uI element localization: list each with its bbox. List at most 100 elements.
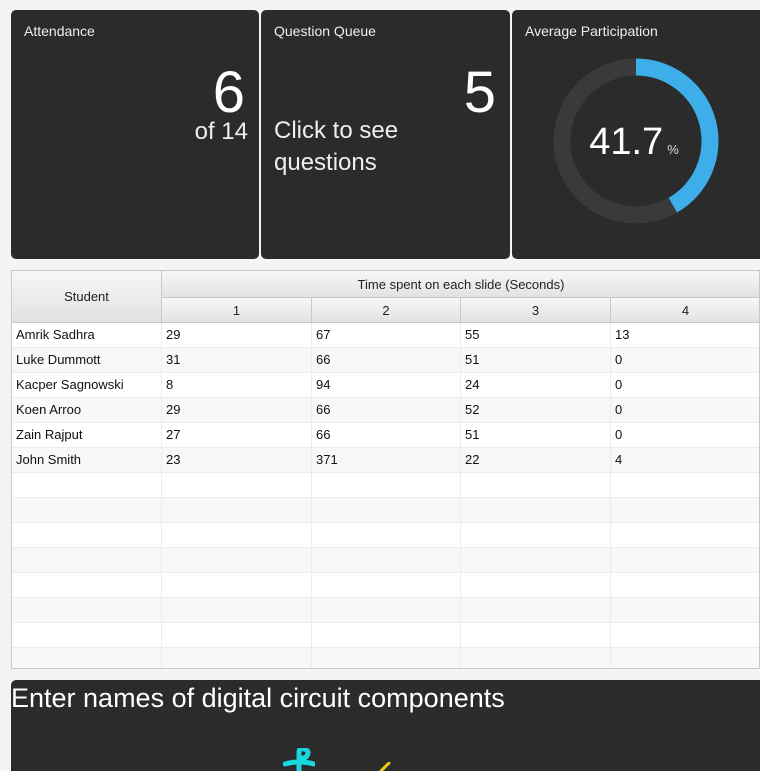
question-count: 5 <box>463 60 496 125</box>
table-row[interactable]: Amrik Sadhra 29 67 55 13 <box>12 323 759 348</box>
student-name-cell <box>12 548 162 572</box>
cyan-drawing-stroke <box>283 748 315 771</box>
participation-gauge: 41.7% <box>553 58 719 224</box>
slide-time-cell: 29 <box>162 323 312 347</box>
slide-time-cell <box>162 623 312 647</box>
table-row[interactable] <box>12 573 759 598</box>
slide-time-cell <box>461 648 611 668</box>
slide-time-cell <box>312 548 461 572</box>
slide-time-cell <box>611 473 759 497</box>
slide-time-cell <box>312 498 461 522</box>
slide-time-cell <box>162 598 312 622</box>
slide-time-cell <box>162 523 312 547</box>
slide-time-cell: 24 <box>461 373 611 397</box>
table-row[interactable]: Kacper Sagnowski 8 94 24 0 <box>12 373 759 398</box>
slide-time-cell: 51 <box>461 348 611 372</box>
slide-time-cell <box>312 648 461 668</box>
slide-time-cell <box>162 648 312 668</box>
student-name-cell: Kacper Sagnowski <box>12 373 162 397</box>
slide-time-cell <box>461 498 611 522</box>
slide-time-cell <box>611 573 759 597</box>
average-participation-tile: Average Participation 41.7% <box>512 10 760 259</box>
drawing-question-title: Enter names of digital circuit component… <box>11 683 505 713</box>
slide-time-cell <box>162 473 312 497</box>
slide-time-table[interactable]: Student Time spent on each slide (Second… <box>11 270 760 669</box>
slide-time-cell: 94 <box>312 373 461 397</box>
yellow-drawing-stroke <box>379 762 391 771</box>
table-row[interactable] <box>12 648 759 668</box>
slide-time-cell: 55 <box>461 323 611 347</box>
slide-time-cell: 27 <box>162 423 312 447</box>
slide-time-cell: 22 <box>461 448 611 472</box>
see-questions-line2: questions <box>274 149 377 176</box>
slide-time-cell <box>461 473 611 497</box>
slide-time-cell <box>461 598 611 622</box>
student-name-cell <box>12 498 162 522</box>
student-name-cell <box>12 473 162 497</box>
slide-3-header[interactable]: 3 <box>461 298 611 323</box>
slide-time-cell <box>312 523 461 547</box>
slide-time-cell: 52 <box>461 398 611 422</box>
slide-time-cell <box>461 523 611 547</box>
student-name-cell: Amrik Sadhra <box>12 323 162 347</box>
table-row[interactable] <box>12 598 759 623</box>
slide-2-header[interactable]: 2 <box>312 298 461 323</box>
table-row[interactable] <box>12 623 759 648</box>
question-queue-title: Question Queue <box>274 23 376 39</box>
slide-time-cell <box>461 573 611 597</box>
slide-time-cell: 0 <box>611 348 759 372</box>
slide-1-header[interactable]: 1 <box>162 298 312 323</box>
slide-time-cell <box>611 648 759 668</box>
student-name-cell: Koen Arroo <box>12 398 162 422</box>
slide-time-cell: 23 <box>162 448 312 472</box>
slide-time-cell <box>312 573 461 597</box>
slide-time-group-header: Time spent on each slide (Seconds) <box>162 271 759 298</box>
student-name-cell <box>12 598 162 622</box>
slide-time-cell <box>162 498 312 522</box>
slide-time-cell: 0 <box>611 373 759 397</box>
student-name-cell <box>12 623 162 647</box>
slide-time-cell <box>162 548 312 572</box>
slide-time-cell: 4 <box>611 448 759 472</box>
table-row[interactable] <box>12 473 759 498</box>
attendance-title: Attendance <box>24 23 95 39</box>
table-row[interactable]: Zain Rajput 27 66 51 0 <box>12 423 759 448</box>
slide-time-cell: 66 <box>312 348 461 372</box>
attendance-tile: Attendance 6 of 14 <box>11 10 259 259</box>
participation-unit: % <box>667 142 679 157</box>
drawing-question-panel: Enter names of digital circuit component… <box>11 680 760 771</box>
table-row[interactable]: Koen Arroo 29 66 52 0 <box>12 398 759 423</box>
table-row[interactable] <box>12 523 759 548</box>
see-questions-line1: Click to see <box>274 117 399 144</box>
slide-time-cell: 371 <box>312 448 461 472</box>
slide-time-cell <box>162 573 312 597</box>
student-name-cell: John Smith <box>12 448 162 472</box>
slide-time-cell: 13 <box>611 323 759 347</box>
participation-value: 41.7 <box>589 121 663 163</box>
slide-time-cell: 66 <box>312 423 461 447</box>
slide-4-header[interactable]: 4 <box>611 298 759 323</box>
student-name-cell <box>12 648 162 668</box>
slide-time-cell: 31 <box>162 348 312 372</box>
slide-time-cell <box>312 473 461 497</box>
question-queue-tile[interactable]: Question Queue 5 Click to see questions <box>261 10 510 259</box>
student-name-cell: Zain Rajput <box>12 423 162 447</box>
see-questions-link[interactable]: Click to see questions <box>274 115 474 179</box>
slide-time-cell: 51 <box>461 423 611 447</box>
slide-time-cell: 66 <box>312 398 461 422</box>
table-row[interactable]: Luke Dummott 31 66 51 0 <box>12 348 759 373</box>
table-row[interactable]: John Smith 23 371 22 4 <box>12 448 759 473</box>
slide-time-cell <box>461 548 611 572</box>
slide-time-cell <box>611 523 759 547</box>
slide-time-cell: 8 <box>162 373 312 397</box>
slide-time-cell: 0 <box>611 423 759 447</box>
student-column-header[interactable]: Student <box>12 271 162 323</box>
table-row[interactable] <box>12 548 759 573</box>
slide-time-cell <box>312 598 461 622</box>
slide-time-cell <box>611 623 759 647</box>
table-row[interactable] <box>12 498 759 523</box>
attendance-count: 6 <box>212 60 245 125</box>
slide-time-cell: 29 <box>162 398 312 422</box>
slide-time-cell <box>312 623 461 647</box>
slide-time-cell: 0 <box>611 398 759 422</box>
